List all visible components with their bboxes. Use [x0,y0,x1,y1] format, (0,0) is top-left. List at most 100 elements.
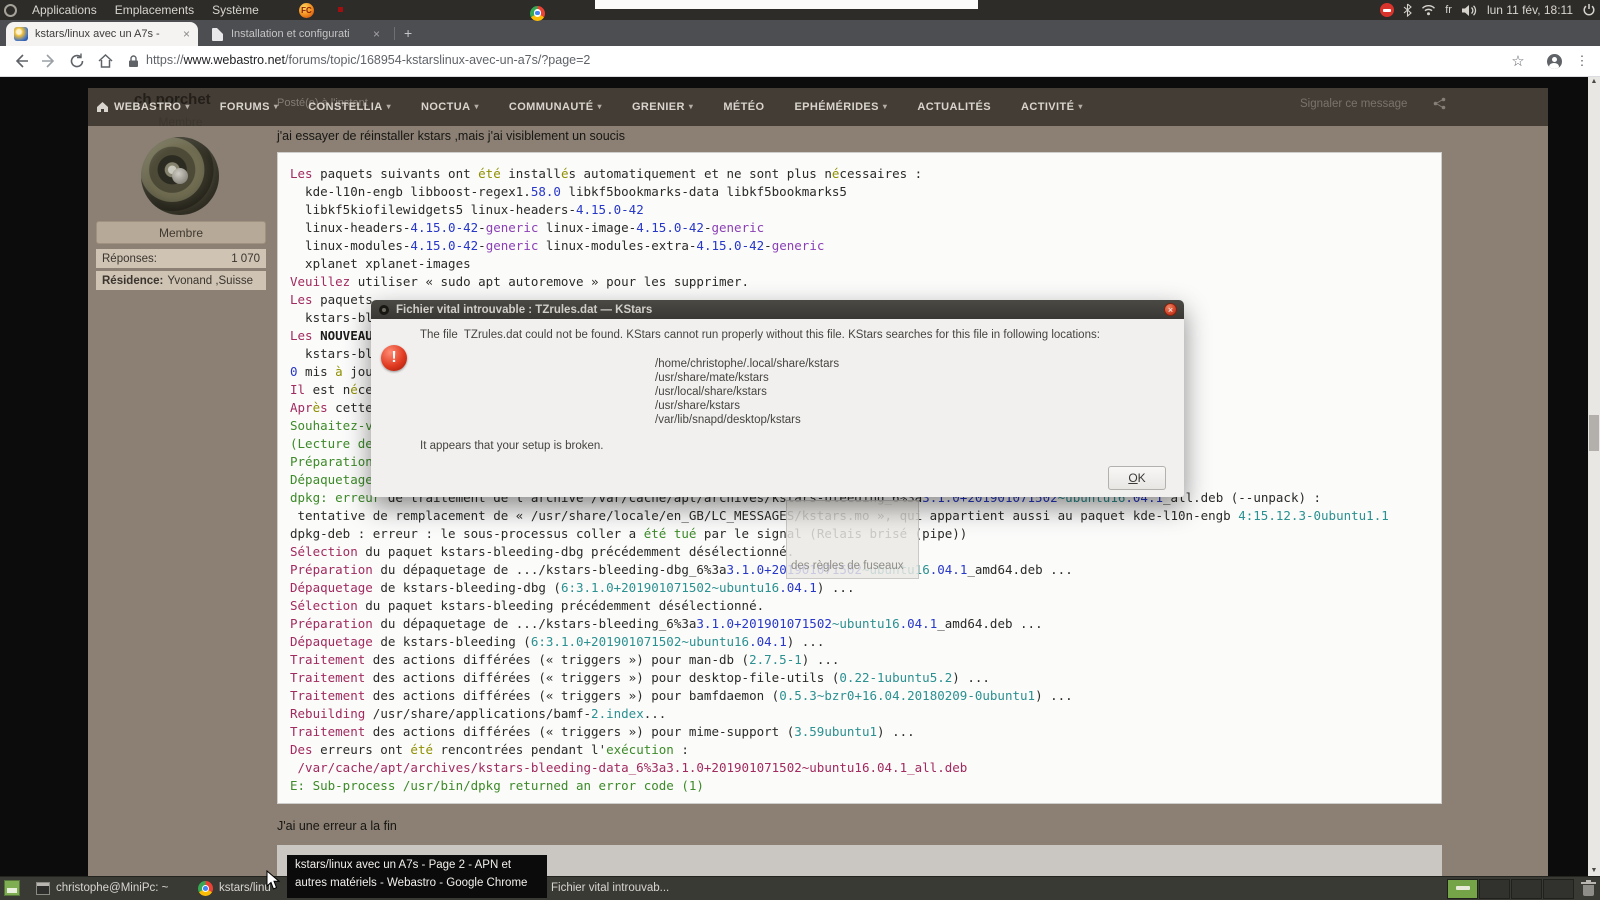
chrome-launcher-icon[interactable] [529,5,545,21]
post-outro-text: J'ai une erreur a la fin [277,819,397,833]
desktop: Applications Emplacements Système FC fr … [0,0,1600,900]
nav-item-forums[interactable]: FORUMS ▾ [220,101,279,113]
chevron-down-icon: ▾ [474,102,479,111]
nav-item-grenier[interactable]: GRENIER ▾ [632,101,693,113]
chrome-menu-icon[interactable]: ⋮ [1571,50,1593,72]
code-line: E: Sub-process /usr/bin/dpkg returned an… [290,778,704,793]
code-line: Préparation du dépaquetage de .../kstars… [290,616,1043,631]
avatar[interactable] [141,137,219,215]
chrome-toolbar: https://www.webastro.net/forums/topic/16… [0,46,1600,77]
lock-icon[interactable] [122,50,144,72]
distro-logo-icon[interactable] [4,3,17,17]
tab-kstars-topic[interactable]: kstars/linux avec un A7s - × [6,22,198,46]
code-line: Traitement des actions différées (« trig… [290,724,915,739]
do-not-disturb-icon[interactable] [1380,3,1395,17]
workspace-4[interactable] [1543,879,1574,899]
search-path: /usr/share/mate/kstars [655,372,769,384]
close-dialog-button[interactable]: × [1164,303,1177,316]
chevron-down-icon: ▾ [882,102,888,111]
share-icon[interactable] [1433,97,1446,110]
stat-row-residence: Résidence: Yvonand ,Suisse [96,271,266,290]
nav-item-actualités[interactable]: ACTUALITÉS [917,101,991,113]
tooltip-text: des règles de fuseaux [791,560,904,572]
workspace-2[interactable] [1479,879,1510,899]
member-role-label: Membre [158,115,203,129]
profile-avatar-icon[interactable] [1543,50,1565,72]
nav-item-météo[interactable]: MÉTÉO [723,101,764,113]
menu-systeme[interactable]: Système [203,0,268,20]
url-path: /forums/topic/168954-kstarslinux-avec-un… [284,53,591,67]
stat-label: Réponses: [102,252,157,265]
taskbar-tooltip: kstars/linux avec un A7s - Page 2 - APN … [287,855,547,898]
power-icon[interactable] [1582,3,1596,17]
new-tab-button[interactable]: + [404,26,412,40]
nav-item-communauté[interactable]: COMMUNAUTÉ ▾ [509,101,602,113]
scroll-down-icon[interactable]: ▼ [1588,867,1600,874]
bookmark-star-icon[interactable]: ☆ [1507,50,1529,72]
dialog-footer-text: It appears that your setup is broken. [420,440,604,452]
home-icon[interactable] [96,101,109,113]
home-button[interactable] [94,50,116,72]
clock[interactable]: lun 11 fév, 18:11 [1487,3,1573,17]
search-path: /usr/share/kstars [655,400,740,412]
chevron-down-icon: ▾ [273,102,279,111]
trash-icon[interactable] [1581,880,1596,897]
chevron-down-icon: ▾ [688,102,694,111]
forward-button[interactable] [38,50,60,72]
nav-item-activité[interactable]: ACTIVITÉ ▾ [1021,101,1083,113]
tooltip-line: autres matériels - Webastro - Google Chr… [295,877,528,889]
nav-item-noctua[interactable]: NOCTUA ▾ [421,101,479,113]
post-intro-text: j'ai essayer de réinstaller kstars ,mais… [277,129,625,143]
workspace-1[interactable] [1447,879,1478,899]
nav-item-ephémérides[interactable]: EPHÉMÉRIDES ▾ [794,101,887,113]
taskbar-item-kstars-dialog[interactable]: Fichier vital introuvab... [551,882,669,894]
report-post-link[interactable]: Signaler ce message [1300,98,1407,110]
tab-installation[interactable]: Installation et configurati × [202,22,388,46]
nav-item-constellia[interactable]: CONSTELLIA ▾ [308,101,391,113]
menu-emplacements[interactable]: Emplacements [106,0,203,20]
ok-button[interactable]: OK [1108,466,1166,490]
close-tab-icon[interactable]: × [183,27,190,41]
address-bar[interactable]: https://www.webastro.net/forums/topic/16… [146,53,590,67]
code-line: Traitement des actions différées (« trig… [290,670,990,685]
forum-navbar: ch porchet Posté(e) à l'instant Signaler… [88,88,1548,126]
reload-button[interactable] [66,50,88,72]
code-line: xplanet xplanet-images [290,256,471,271]
scroll-up-icon[interactable]: ▲ [1588,78,1600,85]
back-button[interactable] [10,50,32,72]
stat-row-reponses: Réponses: 1 070 [96,249,266,268]
nav-item-webastro[interactable]: WEBASTRO ▾ [114,101,190,113]
page-scrollbar[interactable]: ▲ ▼ [1588,76,1600,876]
fc-launcher-icon[interactable]: FC [299,3,314,18]
code-line: libkf5kiofilewidgets5 linux-headers-4.15… [290,202,644,217]
search-path: /home/christophe/.local/share/kstars [655,358,840,370]
wifi-icon[interactable] [1421,4,1436,16]
search-path: /usr/local/share/kstars [655,386,767,398]
show-desktop-button[interactable] [4,880,20,896]
tab-title: kstars/linux avec un A7s - [35,28,160,40]
close-tab-icon[interactable]: × [373,27,380,41]
tooltip-line: kstars/linux avec un A7s - Page 2 - APN … [295,859,512,871]
code-line: Sélection du paquet kstars-bleeding préc… [290,598,765,613]
stat-value: 1 070 [231,252,260,265]
search-path: /var/lib/snapd/desktop/kstars [655,414,801,426]
bluetooth-icon[interactable] [1403,3,1413,17]
chevron-down-icon: ▾ [597,102,602,111]
workspace-3[interactable] [1511,879,1542,899]
scrollbar-thumb[interactable] [1589,415,1599,451]
code-line: Rebuilding /usr/share/applications/bamf-… [290,706,667,721]
dialog-titlebar[interactable]: Fichier vital introuvable : TZrules.dat … [371,300,1184,319]
stat-value: Yvonand ,Suisse [167,274,254,287]
bottom-taskbar: christophe@MiniPc: ~ kstars/linu Fichier… [0,876,1600,900]
taskbar-item-terminal[interactable]: christophe@MiniPc: ~ [56,882,168,894]
dialog-message: The file TZrules.dat could not be found.… [420,329,1100,341]
keyboard-layout-indicator[interactable]: fr [1445,4,1452,16]
menu-applications[interactable]: Applications [23,0,106,20]
search-paths-list: /home/christophe/.local/share/kstars/usr… [655,357,839,427]
tab-title: Installation et configurati [231,28,350,40]
volume-icon[interactable] [1461,4,1478,17]
window-menu-icon[interactable] [379,304,389,315]
kstars-favicon [14,27,28,41]
terminal-icon [36,882,50,895]
taskbar-item-chrome[interactable]: kstars/linu [219,882,271,894]
